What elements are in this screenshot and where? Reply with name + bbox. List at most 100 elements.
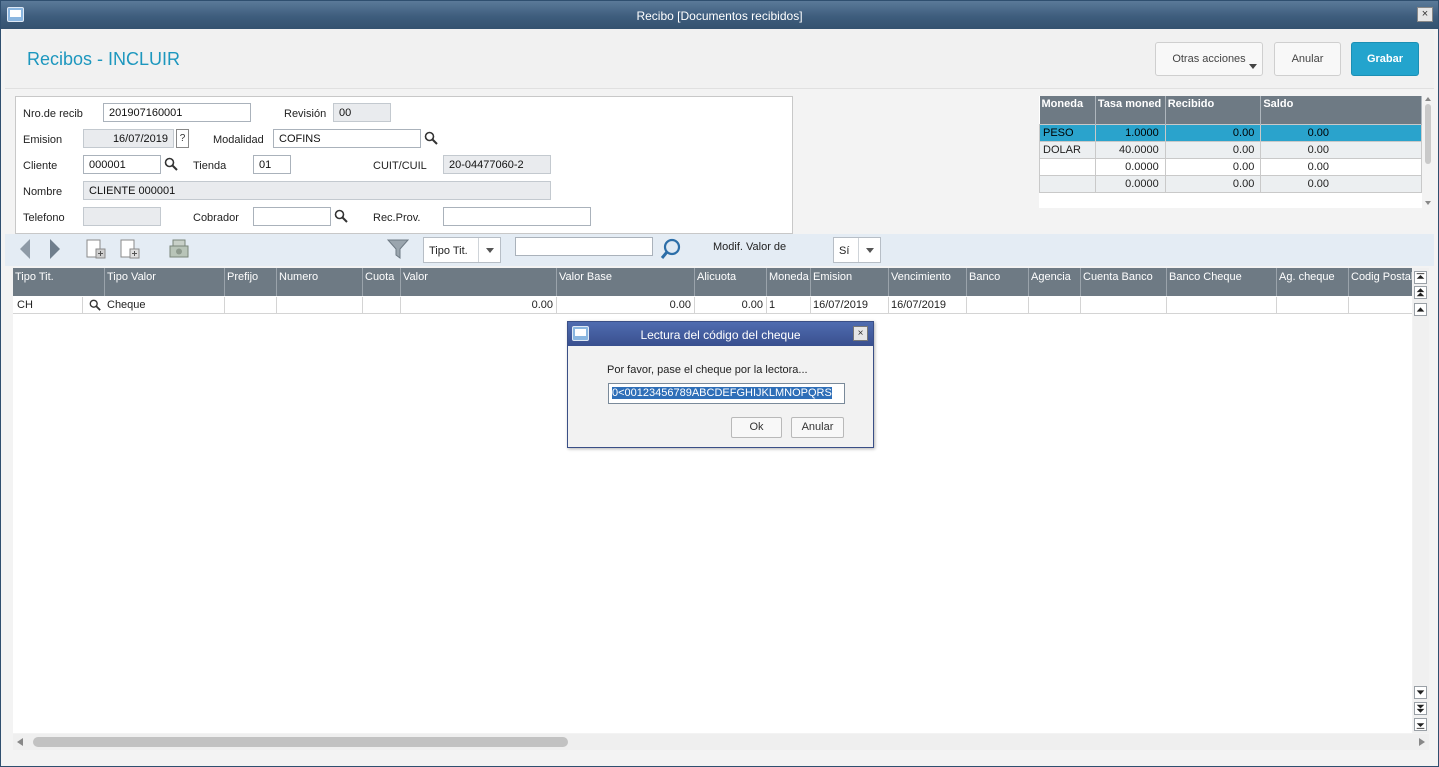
valor-base-cell[interactable]: 0.00 <box>557 297 695 314</box>
codig-postal-cell[interactable] <box>1349 297 1412 314</box>
grid-header-cell[interactable]: Cuenta Banco <box>1081 268 1167 296</box>
cliente-label: Cliente <box>23 160 58 172</box>
moneda-cell[interactable]: 1 <box>767 297 811 314</box>
modif-valor-combo[interactable]: Sí <box>833 237 881 263</box>
search-icon[interactable] <box>659 237 683 261</box>
cash-icon[interactable] <box>167 237 191 261</box>
grid-header-cell[interactable]: Agencia <box>1029 268 1081 296</box>
tipo-tit-combo[interactable]: Tipo Tit. <box>423 237 501 263</box>
currency-row[interactable]: 0.0000 0.00 0.00 <box>1039 157 1422 176</box>
grid-header-cell[interactable]: Prefijo <box>225 268 277 296</box>
ag-cheque-cell[interactable] <box>1277 297 1349 314</box>
ok-button[interactable]: Ok <box>731 417 782 438</box>
banco-cheque-cell[interactable] <box>1167 297 1277 314</box>
currency-cell: 40.0000 <box>1094 140 1166 159</box>
grid-header-cell[interactable]: Valor Base <box>557 268 695 296</box>
grid-header-cell[interactable]: Banco <box>967 268 1029 296</box>
scroll-up-icon[interactable] <box>1414 303 1427 316</box>
scroll-top-icon[interactable] <box>1414 271 1427 284</box>
revision-field[interactable]: 00 <box>333 103 391 122</box>
scroll-bottom-icon[interactable] <box>1414 718 1427 731</box>
tipo-tit-combo-value: Tipo Tit. <box>429 245 468 257</box>
recprov-field[interactable] <box>443 207 591 226</box>
scroll-page-down-icon[interactable] <box>1414 702 1427 715</box>
filter-icon[interactable] <box>386 237 410 261</box>
grid-header-cell[interactable]: Tipo Valor <box>105 268 225 296</box>
grid-search-input[interactable] <box>515 237 653 256</box>
dialog-close-button[interactable]: × <box>853 326 868 341</box>
tipo-tit-cell[interactable]: CH <box>13 297 83 314</box>
grid-header-cell[interactable]: Tipo Tit. <box>13 268 105 296</box>
chevron-down-icon <box>478 238 500 262</box>
emision-cell[interactable]: 16/07/2019 <box>811 297 889 314</box>
arrow-left-icon[interactable] <box>13 237 37 261</box>
scroll-left-icon[interactable] <box>16 737 24 747</box>
modalidad-field[interactable]: COFINS <box>273 129 421 148</box>
modalidad-label: Modalidad <box>213 134 264 146</box>
currency-row[interactable]: PESO 1.0000 0.00 0.00 <box>1039 123 1422 142</box>
valor-cell[interactable]: 0.00 <box>401 297 557 314</box>
tipo-valor-cell[interactable]: Cheque <box>105 297 225 314</box>
currency-header-row: Moneda Tasa moned Recibido Saldo <box>1039 96 1422 124</box>
grabar-button[interactable]: Grabar <box>1351 42 1419 76</box>
arrow-right-icon[interactable] <box>43 237 67 261</box>
cuenta-banco-cell[interactable] <box>1081 297 1167 314</box>
currency-header: Moneda <box>1039 96 1096 124</box>
agencia-cell[interactable] <box>1029 297 1081 314</box>
scroll-right-icon[interactable] <box>1418 737 1426 747</box>
scroll-page-up-icon[interactable] <box>1414 286 1427 299</box>
grid-header-cell[interactable]: Moneda <box>767 268 811 296</box>
horizontal-scroll-thumb[interactable] <box>33 737 568 747</box>
emision-label: Emision <box>23 134 63 146</box>
nombre-field[interactable]: CLIENTE 000001 <box>83 181 551 200</box>
add-document-icon[interactable] <box>83 237 107 261</box>
banco-cell[interactable] <box>967 297 1029 314</box>
cheque-code-input[interactable]: 0<00123456789ABCDEFGHIJKLMNOPQRS <box>608 383 845 404</box>
numero-cell[interactable] <box>277 297 363 314</box>
app-window: Recibo [Documentos recibidos] × Recibos … <box>0 0 1439 767</box>
grid-header-cell[interactable]: Ag. cheque <box>1277 268 1349 296</box>
emision-field[interactable]: 16/07/2019 <box>83 129 174 148</box>
dialog-anular-button[interactable]: Anular <box>791 417 844 438</box>
telefono-field[interactable] <box>83 207 161 226</box>
grid-header-cell[interactable]: Alicuota <box>695 268 767 296</box>
cuota-cell[interactable] <box>363 297 401 314</box>
search-icon[interactable] <box>334 209 348 223</box>
grid-header-cell[interactable]: Numero <box>277 268 363 296</box>
otras-acciones-button[interactable]: Otras acciones <box>1155 42 1263 76</box>
cliente-field[interactable]: 000001 <box>83 155 161 174</box>
table-row[interactable]: CH Cheque 0.00 0.00 0.00 1 16/07/2019 16… <box>13 297 1412 314</box>
currency-scrollbar[interactable] <box>1423 96 1433 208</box>
cuit-label: CUIT/CUIL <box>373 160 427 172</box>
grid-header-cell[interactable]: Cuota <box>363 268 401 296</box>
prefijo-cell[interactable] <box>225 297 277 314</box>
grid-vertical-scrollbar[interactable] <box>1413 268 1429 733</box>
currency-cell: 0.00 <box>1260 157 1422 176</box>
grid-header-cell[interactable]: Codig Postal <box>1349 268 1412 296</box>
cheque-reader-dialog: Lectura del código del cheque × Por favo… <box>567 321 874 448</box>
tienda-field[interactable]: 01 <box>253 155 291 174</box>
vencimiento-cell[interactable]: 16/07/2019 <box>889 297 967 314</box>
grid-header-cell[interactable]: Emision <box>811 268 889 296</box>
window-close-button[interactable]: × <box>1417 7 1433 22</box>
grid-header-cell[interactable]: Banco Cheque <box>1167 268 1277 296</box>
currency-row[interactable]: DOLAR 40.0000 0.00 0.00 <box>1039 140 1422 159</box>
search-icon[interactable] <box>89 299 101 311</box>
cobrador-field[interactable] <box>253 207 331 226</box>
currency-row[interactable]: 0.0000 0.00 0.00 <box>1039 174 1422 193</box>
search-icon[interactable] <box>164 157 178 171</box>
modif-valor-label: Modif. Valor de <box>713 241 787 253</box>
currency-cell <box>1039 157 1096 176</box>
help-button[interactable]: ? <box>176 129 189 148</box>
grid-horizontal-scrollbar[interactable] <box>13 734 1429 750</box>
scroll-down-icon[interactable] <box>1414 686 1427 699</box>
cuit-field[interactable]: 20-04477060-2 <box>443 155 551 174</box>
anular-button[interactable]: Anular <box>1274 42 1341 76</box>
copy-document-icon[interactable] <box>117 237 141 261</box>
search-icon[interactable] <box>424 131 438 145</box>
alicuota-cell[interactable]: 0.00 <box>695 297 767 314</box>
grid-header-cell[interactable]: Valor <box>401 268 557 296</box>
cobrador-label: Cobrador <box>193 212 239 224</box>
grid-header-cell[interactable]: Vencimiento <box>889 268 967 296</box>
nro-field[interactable]: 201907160001 <box>103 103 251 122</box>
